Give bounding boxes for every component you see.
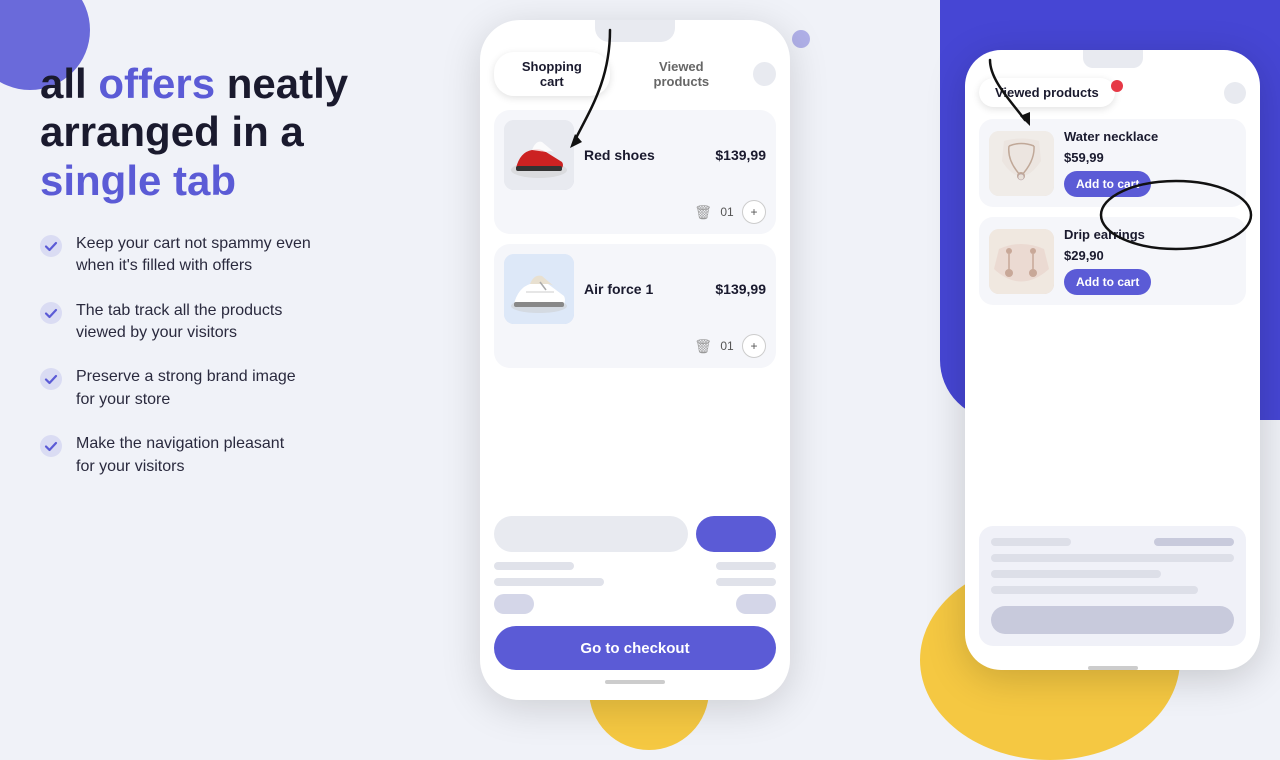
phone2-content: Water necklace $59,99 Add to cart — [965, 113, 1260, 518]
phone1-tabs: Shopping cart Viewed products — [480, 42, 790, 102]
phones-area: Shopping cart Viewed products — [430, 0, 1280, 720]
phone1-home-bar — [605, 680, 665, 684]
add-cart-btn-2[interactable]: Add to cart — [1064, 269, 1151, 295]
product-1-price: $139,99 — [715, 147, 766, 163]
summary-bar-1b — [716, 562, 776, 570]
feature-item-1: Keep your cart not spammy evenwhen it's … — [40, 233, 430, 278]
product-2-price: $139,99 — [715, 281, 766, 297]
trash-icon-1[interactable]: 🗑 — [694, 204, 712, 221]
product-card-2-top: Air force 1 $139,99 — [504, 254, 766, 324]
feature-item-3: Preserve a strong brand imagefor your st… — [40, 366, 430, 411]
product-1-info: Red shoes — [584, 147, 705, 163]
qty-2-val: 01 — [720, 339, 734, 353]
feature-text-1: Keep your cart not spammy evenwhen it's … — [76, 233, 311, 278]
feature-item-4: Make the navigation pleasantfor your vis… — [40, 433, 430, 478]
product-card-2: Air force 1 $139,99 🗑 01 + — [494, 244, 776, 368]
check-icon-3 — [40, 368, 62, 390]
phone2-notch — [1083, 50, 1143, 68]
summary-bar-1a — [494, 562, 574, 570]
phone1-bottom: Go to checkout — [480, 506, 790, 700]
product-card-2-bottom: 🗑 01 + — [504, 334, 766, 358]
product-card-1: Red shoes $139,99 🗑 01 + — [494, 110, 776, 234]
footer-checkout-bar — [991, 606, 1234, 634]
footer-bar-1b — [1154, 538, 1234, 546]
feature-list: Keep your cart not spammy evenwhen it's … — [40, 233, 430, 478]
footer-bar-2 — [991, 554, 1234, 562]
summary-line-3 — [494, 594, 776, 614]
promo-row — [494, 516, 776, 552]
summary-line-1 — [494, 562, 776, 570]
left-panel: all offers neatlyarranged in asingle tab… — [40, 60, 430, 478]
product-2-info: Air force 1 — [584, 281, 705, 297]
product2-1-info: Water necklace $59,99 Add to cart — [1064, 129, 1236, 197]
qty-2-plus[interactable]: + — [742, 334, 766, 358]
viewed-products-tab[interactable]: Viewed products — [616, 52, 747, 96]
footer-bar-4 — [991, 586, 1198, 594]
footer-line-row-1 — [991, 538, 1234, 546]
headline-offers: offers — [98, 60, 215, 107]
feature-text-2: The tab track all the productsviewed by … — [76, 300, 282, 345]
trash-icon-2[interactable]: 🗑 — [694, 338, 712, 355]
phone2-footer — [965, 518, 1260, 660]
product-card-1-bottom: 🗑 01 + — [504, 200, 766, 224]
product-card2-1: Water necklace $59,99 Add to cart — [979, 119, 1246, 207]
footer-card — [979, 526, 1246, 646]
phone1-notch — [595, 20, 675, 42]
footer-bar-1 — [991, 538, 1071, 546]
page-title: all offers neatlyarranged in asingle tab — [40, 60, 430, 205]
phone1: Shopping cart Viewed products — [480, 20, 790, 700]
qty-1-plus[interactable]: + — [742, 200, 766, 224]
promo-input[interactable] — [494, 516, 688, 552]
product2-2-price: $29,90 — [1064, 248, 1236, 263]
product2-1-name: Water necklace — [1064, 129, 1236, 144]
necklace-image — [989, 131, 1054, 196]
product2-2-info: Drip earrings $29,90 Add to cart — [1064, 227, 1236, 295]
airforce-image — [504, 254, 574, 324]
tag-bar-2 — [736, 594, 776, 614]
headline-all: all — [40, 60, 98, 107]
footer-bar-3 — [991, 570, 1161, 578]
qty-1-val: 01 — [720, 205, 734, 219]
summary-bar-2b — [716, 578, 776, 586]
earrings-image — [989, 229, 1054, 294]
summary-bar-2a — [494, 578, 604, 586]
feature-text-3: Preserve a strong brand imagefor your st… — [76, 366, 296, 411]
checkout-button[interactable]: Go to checkout — [494, 626, 776, 670]
summary-lines — [494, 562, 776, 614]
check-icon-1 — [40, 235, 62, 257]
shopping-cart-tab[interactable]: Shopping cart — [494, 52, 610, 96]
summary-line-2 — [494, 578, 776, 586]
phone1-content: Red shoes $139,99 🗑 01 + — [480, 102, 790, 506]
phone2-header: Viewed products — [965, 68, 1260, 113]
product-card-1-top: Red shoes $139,99 — [504, 120, 766, 190]
phone2-home-bar — [1088, 666, 1138, 670]
phone2-viewed-tab[interactable]: Viewed products — [979, 78, 1115, 107]
check-icon-4 — [40, 435, 62, 457]
product-card2-2: Drip earrings $29,90 Add to cart — [979, 217, 1246, 305]
red-shoes-image — [504, 120, 574, 190]
product-1-name: Red shoes — [584, 147, 705, 163]
phone2: Viewed products — [965, 50, 1260, 670]
feature-text-4: Make the navigation pleasantfor your vis… — [76, 433, 284, 478]
phone2-menu-dot — [1224, 82, 1246, 104]
product2-2-name: Drip earrings — [1064, 227, 1236, 242]
check-icon-2 — [40, 302, 62, 324]
notification-dot — [1111, 80, 1123, 92]
tab-menu-dot — [753, 62, 776, 86]
product-2-name: Air force 1 — [584, 281, 705, 297]
feature-item-2: The tab track all the productsviewed by … — [40, 300, 430, 345]
product2-1-price: $59,99 — [1064, 150, 1236, 165]
add-cart-btn-1[interactable]: Add to cart — [1064, 171, 1151, 197]
promo-button[interactable] — [696, 516, 776, 552]
tag-bar-1 — [494, 594, 534, 614]
headline-single-tab: single tab — [40, 157, 236, 204]
